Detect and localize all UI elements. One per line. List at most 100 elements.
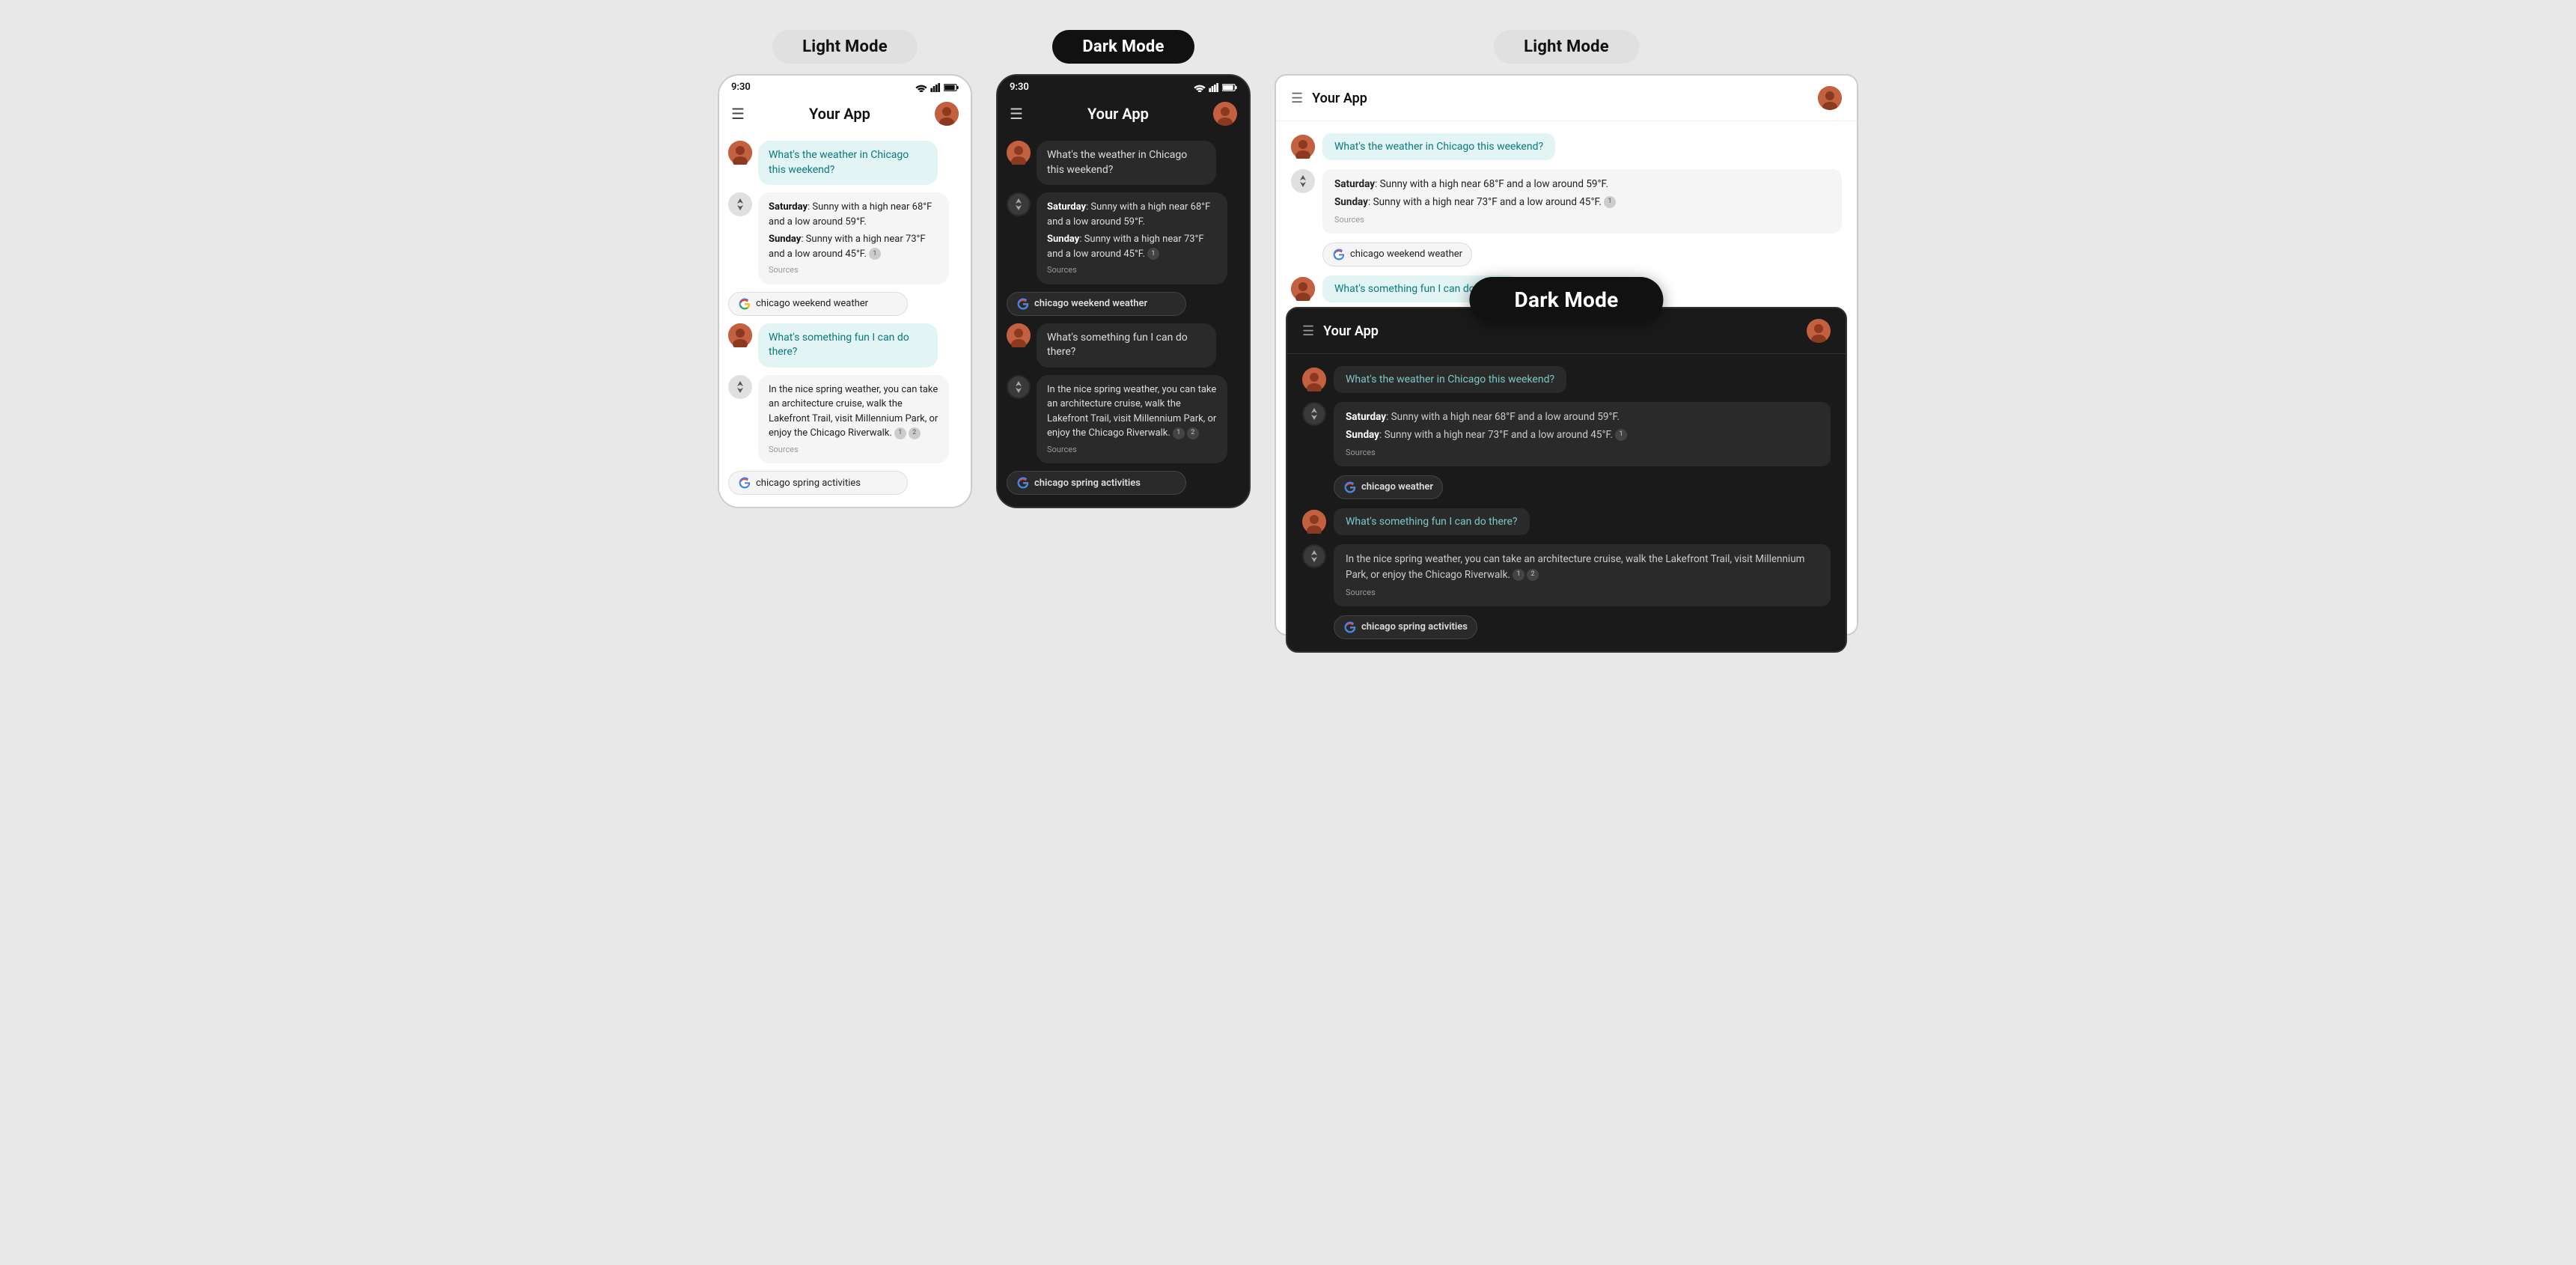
light-mode-label-3: Light Mode: [1494, 30, 1639, 64]
hamburger-wide-light[interactable]: ☰: [1291, 91, 1303, 106]
wide-ai-row-1-light: Saturday: Sunny with a high near 68°F an…: [1291, 169, 1842, 234]
search-chip-2-dark[interactable]: chicago spring activities: [1007, 471, 1186, 495]
app-title-light: Your App: [809, 105, 870, 123]
user-msg-2-dark: What's something fun I can do there?: [1007, 323, 1240, 368]
wide-ai-bubble-2-dark: In the nice spring weather, you can take…: [1334, 544, 1831, 606]
wide-chip-1-dark[interactable]: chicago weather: [1334, 475, 1443, 499]
wide-ai-icon-light: [1292, 171, 1313, 192]
wide-ai-bubble-1-dark: Saturday: Sunny with a high near 68°F an…: [1334, 402, 1831, 466]
wide-user-msg-1-light: What's the weather in Chicago this weeke…: [1291, 133, 1842, 160]
status-icons-light: [915, 83, 959, 92]
wide-google-1-light: [1332, 248, 1346, 261]
time-light: 9:30: [731, 82, 751, 93]
panel-2-phone-dark: Dark Mode 9:30 ☰ Your App: [996, 30, 1251, 508]
wide-ai-avatar-1-dark: [1302, 402, 1326, 426]
time-dark: 9:30: [1010, 82, 1029, 93]
wide-google-1-dark: [1343, 481, 1357, 494]
wide-chip-text-2-dark: chicago spring activities: [1361, 621, 1468, 632]
user-msg-1-dark: What's the weather in Chicago this weeke…: [1007, 141, 1240, 185]
google-icon-1-dark: [1016, 297, 1030, 311]
status-bar-light: 9:30: [719, 76, 971, 96]
signal-icon-dark: [1209, 83, 1219, 92]
wide-user-bubble-2-dark: What's something fun I can do there?: [1334, 508, 1530, 535]
light-mode-label-1: Light Mode: [772, 30, 918, 64]
dark-mode-overlay-badge: Dark Mode: [1469, 277, 1663, 323]
chip-text-1-light: chicago weekend weather: [756, 298, 868, 309]
google-icon-1-light: [738, 297, 751, 311]
wide-user-avatar-1-light: [1291, 135, 1315, 159]
wide-chip-text-1-light: chicago weekend weather: [1350, 249, 1462, 260]
search-chip-1-dark[interactable]: chicago weekend weather: [1007, 292, 1186, 316]
wide-chat-dark: What's the weather in Chicago this weeke…: [1287, 354, 1846, 651]
chip-text-1-dark: chicago weekend weather: [1034, 298, 1147, 309]
chat-area-light: What's the weather in Chicago this weeke…: [719, 135, 971, 507]
dark-mode-label-1: Dark Mode: [1052, 30, 1194, 64]
chip-text-2-light: chicago spring activities: [756, 478, 861, 489]
sources-1-dark: Sources: [1047, 264, 1217, 277]
user-avatar-1-dark: [1007, 141, 1031, 165]
app-header-light: ☰ Your App: [719, 96, 971, 135]
google-icon-2-light: [738, 476, 751, 490]
ai-avatar-2-light: [728, 375, 752, 399]
battery-icon: [944, 83, 959, 92]
sources-1-light: Sources: [769, 264, 938, 277]
phone-frame-light: 9:30 ☰ Your App: [718, 74, 972, 508]
sources-2-light: Sources: [769, 444, 938, 457]
signal-icon: [930, 83, 941, 92]
wide-user-msg-2-dark: What's something fun I can do there?: [1302, 508, 1831, 535]
wide-title-dark: Your App: [1323, 323, 1379, 339]
ai-avatar-2-dark: [1007, 375, 1031, 399]
user-bubble-2-dark: What's something fun I can do there?: [1037, 323, 1216, 368]
wide-ai-avatar-2-dark: [1302, 544, 1326, 568]
search-chip-2-light[interactable]: chicago spring activities: [728, 471, 908, 495]
hamburger-wide-dark[interactable]: ☰: [1302, 323, 1314, 339]
dark-mode-label-overlay: Dark Mode: [1469, 277, 1663, 323]
wide-user-bubble-1-light: What's the weather in Chicago this weeke…: [1322, 133, 1555, 160]
ai-bubble-1-dark: Saturday: Sunny with a high near 68°F an…: [1037, 192, 1227, 284]
user-avatar-2-dark: [1007, 323, 1031, 347]
wide-chip-1-light[interactable]: chicago weekend weather: [1322, 243, 1472, 266]
user-bubble-1-dark: What's the weather in Chicago this weeke…: [1037, 141, 1216, 185]
wifi-icon-dark: [1194, 83, 1206, 92]
status-icons-dark: [1194, 83, 1237, 92]
ai-icon-light: [730, 194, 751, 215]
avatar-wide-dark: [1807, 319, 1831, 343]
wide-header-light: ☰ Your App: [1276, 76, 1857, 121]
wide-sources-1-light: Sources: [1334, 213, 1830, 226]
wide-chip-text-1-dark: chicago weather: [1361, 481, 1433, 493]
hamburger-icon-light[interactable]: ☰: [731, 105, 745, 123]
ai-bubble-1-light: Saturday: Sunny with a high near 68°F an…: [758, 192, 949, 284]
search-chip-1-light[interactable]: chicago weekend weather: [728, 292, 908, 316]
wide-user-msg-1-dark: What's the weather in Chicago this weeke…: [1302, 366, 1831, 393]
chip-text-2-dark: chicago spring activities: [1034, 478, 1141, 489]
chat-area-dark: What's the weather in Chicago this weeke…: [998, 135, 1249, 507]
avatar-dark: [1213, 102, 1237, 126]
wide-user-avatar-1-dark: [1302, 368, 1326, 391]
user-msg-2-light: What's something fun I can do there?: [728, 323, 962, 368]
wide-ai-icon-dark: [1304, 403, 1325, 424]
ai-bubble-2-dark: In the nice spring weather, you can take…: [1037, 375, 1227, 464]
wide-ai-row-1-dark: Saturday: Sunny with a high near 68°F an…: [1302, 402, 1831, 466]
ai-msg-2-light: In the nice spring weather, you can take…: [728, 375, 962, 464]
user-msg-1-light: What's the weather in Chicago this weeke…: [728, 141, 962, 185]
wide-chip-2-dark[interactable]: chicago spring activities: [1334, 615, 1477, 639]
app-header-dark: ☰ Your App: [998, 96, 1249, 135]
hamburger-icon-dark[interactable]: ☰: [1010, 105, 1023, 123]
ai-msg-1-light: Saturday: Sunny with a high near 68°F an…: [728, 192, 962, 284]
ai-msg-2-dark: In the nice spring weather, you can take…: [1007, 375, 1240, 464]
phone-frame-dark: 9:30 ☰ Your App What's t: [996, 74, 1251, 508]
wifi-icon: [915, 83, 927, 92]
user-bubble-1-light: What's the weather in Chicago this weeke…: [758, 141, 938, 185]
ai-icon-dark: [1008, 194, 1029, 215]
wide-ai-avatar-1-light: [1291, 169, 1315, 193]
ai-icon-2-dark: [1008, 377, 1029, 397]
wide-header-left-dark: ☰ Your App: [1302, 323, 1379, 339]
wide-ai-icon-2-dark: [1304, 546, 1325, 567]
wide-user-avatar-2-dark: [1302, 510, 1326, 534]
wide-ai-row-2-dark: In the nice spring weather, you can take…: [1302, 544, 1831, 606]
user-avatar-2-light: [728, 323, 752, 347]
sources-2-dark: Sources: [1047, 444, 1217, 457]
status-bar-dark: 9:30: [998, 76, 1249, 96]
panel-1-phone-light: Light Mode 9:30 ☰ Your App: [718, 30, 972, 508]
user-avatar-1-light: [728, 141, 752, 165]
